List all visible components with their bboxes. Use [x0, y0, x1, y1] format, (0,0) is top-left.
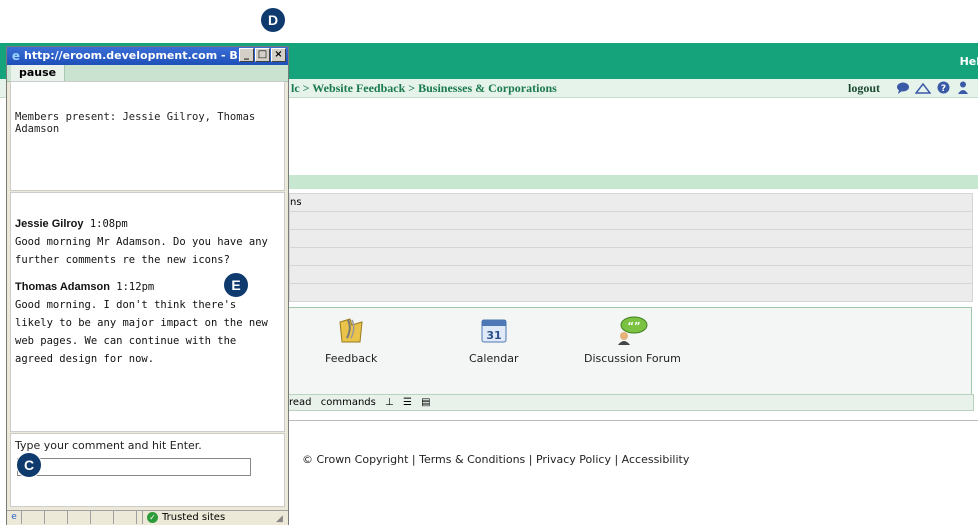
read-link[interactable]: read [289, 397, 312, 408]
window-controls: _ □ × [239, 48, 286, 62]
status-cells: e [7, 511, 137, 524]
message-text: Good morning Mr Adamson. Do you have any… [15, 236, 268, 266]
app-label: Feedback [325, 352, 378, 365]
svg-text:“”: “” [628, 321, 641, 332]
window-title-bar[interactable]: e http://eroom.development.com - B... _ … [7, 47, 288, 65]
resize-grip-icon[interactable]: ◢ [276, 514, 286, 524]
table-row[interactable] [289, 248, 973, 266]
list-view-icon[interactable]: ☰ [403, 397, 412, 408]
comment-prompt: Type your comment and hit Enter. [15, 439, 202, 452]
commands-link[interactable]: commands [321, 397, 376, 408]
app-label: Discussion Forum [584, 352, 681, 365]
chat-message: Jessie Gilroy 1:08pm Good morning Mr Ada… [15, 215, 280, 269]
check-icon: ✓ [147, 512, 158, 523]
table-row[interactable] [289, 284, 973, 302]
help-icon[interactable]: ? [935, 80, 951, 95]
callout-e: E [223, 272, 249, 298]
comment-input[interactable] [17, 458, 251, 476]
message-time: 1:08pm [89, 218, 128, 230]
callout-d: D [260, 7, 286, 33]
message-text: Good morning. I don't think there's like… [15, 299, 268, 365]
edit-icon[interactable] [915, 80, 931, 95]
minimize-view-icon[interactable]: ⊥ [385, 397, 394, 408]
status-cell [22, 511, 45, 524]
commands-bar: read commands ⊥ ☰ ▤ [289, 394, 974, 411]
divider [289, 420, 978, 421]
header-toolbar: ? [895, 80, 971, 95]
list-rows: ns [289, 193, 973, 302]
maximize-button[interactable]: □ [255, 48, 270, 62]
pause-button[interactable]: pause [11, 65, 66, 81]
browser-icon: e [11, 49, 21, 63]
members-present-panel: Members present: Jessie Gilroy, Thomas A… [10, 81, 285, 191]
calendar-icon: 31 [477, 314, 511, 346]
app-discussion-forum[interactable]: “” Discussion Forum [584, 314, 681, 365]
comment-input-area: Type your comment and hit Enter. [10, 433, 285, 507]
status-cell [114, 511, 137, 524]
chat-transcript[interactable]: Jessie Gilroy 1:08pm Good morning Mr Ada… [10, 192, 285, 432]
minimize-button[interactable]: _ [239, 48, 254, 62]
window-title: http://eroom.development.com - B... [24, 49, 251, 62]
chat-icon[interactable] [895, 80, 911, 95]
window-status-bar: e ✓ Trusted sites ◢ [7, 510, 288, 525]
footer-links[interactable]: © Crown Copyright | Terms & Conditions |… [302, 453, 689, 466]
table-row[interactable]: ns [289, 193, 973, 212]
feedback-icon [334, 314, 368, 346]
status-cell [91, 511, 114, 524]
status-cell [68, 511, 91, 524]
message-author: Jessie Gilroy [15, 218, 84, 230]
logout-link[interactable]: logout [848, 81, 880, 96]
security-zone-label: Trusted sites [162, 512, 226, 523]
message-author: Thomas Adamson [15, 281, 110, 293]
message-time: 1:12pm [116, 281, 155, 293]
header-text-partial: Hel [959, 55, 978, 68]
app-label: Calendar [469, 352, 519, 365]
section-header-strip [289, 175, 978, 189]
row-text: ns [290, 197, 302, 208]
table-row[interactable] [289, 266, 973, 284]
app-feedback[interactable]: Feedback [325, 314, 377, 365]
members-present-text: Members present: Jessie Gilroy, Thomas A… [15, 111, 256, 135]
callout-c: C [16, 452, 42, 478]
breadcrumb[interactable]: lc > Website Feedback > Businesses & Cor… [291, 81, 557, 96]
discussion-forum-icon: “” [615, 314, 649, 346]
chat-toolbar: pause [7, 65, 288, 82]
calendar-day: 31 [486, 329, 501, 342]
status-cell [45, 511, 68, 524]
user-icon[interactable] [955, 80, 971, 95]
table-row[interactable] [289, 212, 973, 230]
detail-view-icon[interactable]: ▤ [421, 397, 430, 408]
svg-text:?: ? [940, 84, 945, 94]
close-button[interactable]: × [271, 48, 286, 62]
page-status-icon: e [7, 511, 22, 524]
security-zone: ✓ Trusted sites [142, 511, 263, 524]
table-row[interactable] [289, 230, 973, 248]
app-icon-panel: Feedback 31 Calendar “” Discussion Forum [289, 307, 972, 395]
app-calendar[interactable]: 31 Calendar [469, 314, 518, 365]
